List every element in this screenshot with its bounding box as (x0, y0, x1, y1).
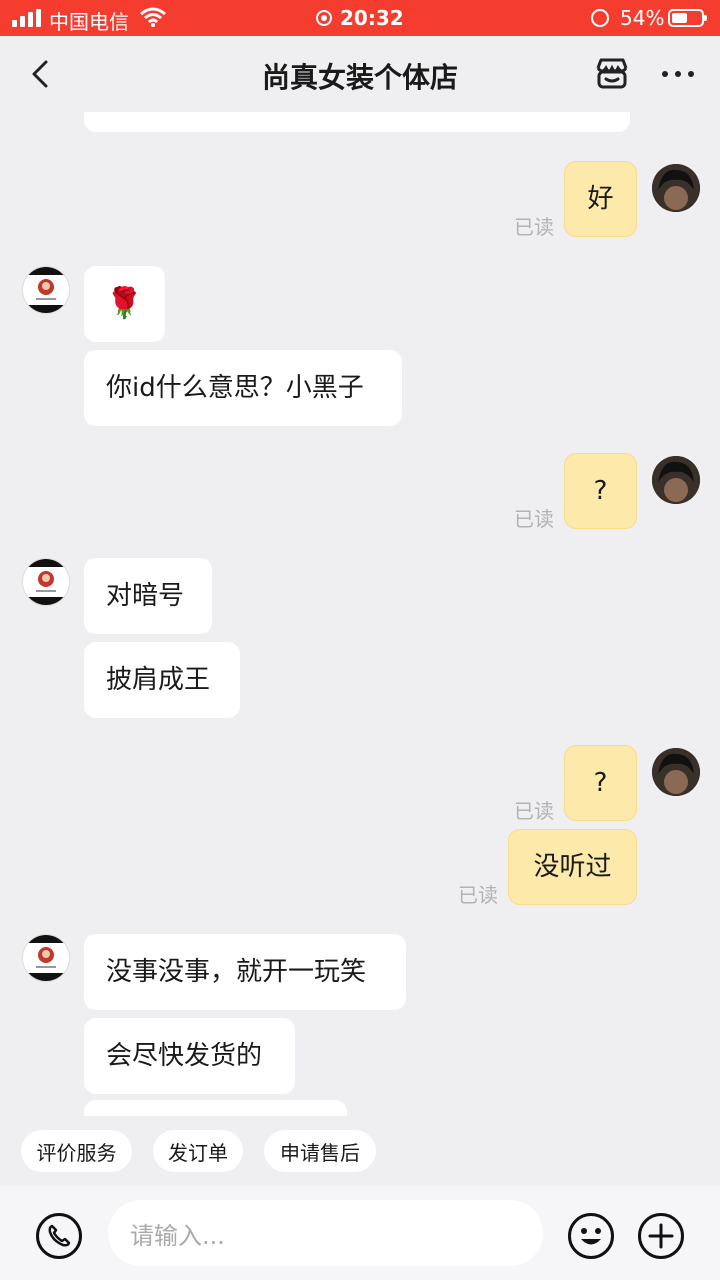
store-icon (596, 58, 628, 89)
clock-label: 20:32 (340, 6, 404, 30)
smiley-icon (568, 1213, 614, 1259)
shop-avatar[interactable] (22, 266, 70, 314)
status-bar: 中国电信 20:32 54% (0, 0, 720, 36)
read-receipt: 已读 (458, 883, 498, 907)
message-bubble-incoming[interactable]: 对暗号 (84, 558, 212, 634)
rose-emoji: 🌹 (105, 286, 144, 321)
read-receipt: 已读 (514, 215, 554, 239)
emoji-button[interactable] (567, 1212, 615, 1260)
quick-action-rate-service[interactable]: 评价服务 (21, 1130, 132, 1172)
message-bubble-outgoing[interactable]: 好 (564, 161, 637, 237)
message-bubble-incoming[interactable]: 没事没事，就开一玩笑 (84, 934, 406, 1010)
message-bubble-outgoing[interactable]: 没听过 (508, 829, 637, 905)
read-receipt: 已读 (514, 799, 554, 823)
shop-avatar[interactable] (22, 934, 70, 982)
message-bubble-outgoing[interactable]: ? (564, 453, 637, 529)
message-bubble-incoming[interactable]: 你id什么意思？小黑子 (84, 350, 402, 426)
message-bubble-incoming[interactable]: 🌹 (84, 266, 165, 342)
more-actions-button[interactable] (637, 1212, 685, 1260)
battery-icon (668, 9, 707, 27)
shop-avatar[interactable] (22, 558, 70, 606)
user-avatar[interactable] (652, 456, 700, 504)
message-bubble-incoming[interactable]: 会尽快发货的 (84, 1018, 295, 1094)
read-receipt: 已读 (514, 507, 554, 531)
more-dots-icon (662, 71, 694, 77)
message-input[interactable]: 请输入... (108, 1200, 543, 1266)
quick-action-after-sales[interactable]: 申请售后 (264, 1130, 376, 1172)
carrier-label: 中国电信 (49, 10, 129, 34)
rotation-lock-icon (591, 9, 609, 27)
signal-icon (12, 9, 41, 27)
quick-action-send-order[interactable]: 发订单 (153, 1130, 243, 1172)
more-button[interactable] (658, 54, 698, 94)
user-avatar[interactable] (652, 164, 700, 212)
phone-icon (36, 1213, 82, 1259)
message-bubble-incoming[interactable]: 披肩成王 (84, 642, 240, 718)
battery-percent: 54% (620, 6, 665, 30)
message-bubble-cutoff (84, 112, 630, 132)
message-bubble-outgoing[interactable]: ? (564, 745, 637, 821)
chat-history[interactable]: 已读 好 🌹 你id什么意思？小黑子 已读 ? 对暗号 披肩成王 已读 ? 已读… (0, 112, 720, 1116)
wifi-icon (140, 6, 166, 33)
input-bar: 请输入... (0, 1186, 720, 1280)
call-button[interactable] (35, 1212, 83, 1260)
chat-header: 尚真女装个体店 (0, 36, 720, 112)
user-avatar[interactable] (652, 748, 700, 796)
record-icon (316, 10, 332, 26)
plus-icon (638, 1213, 684, 1259)
message-bubble-cutoff (84, 1100, 347, 1116)
clock: 20:32 (316, 6, 404, 30)
store-button[interactable] (592, 54, 632, 94)
